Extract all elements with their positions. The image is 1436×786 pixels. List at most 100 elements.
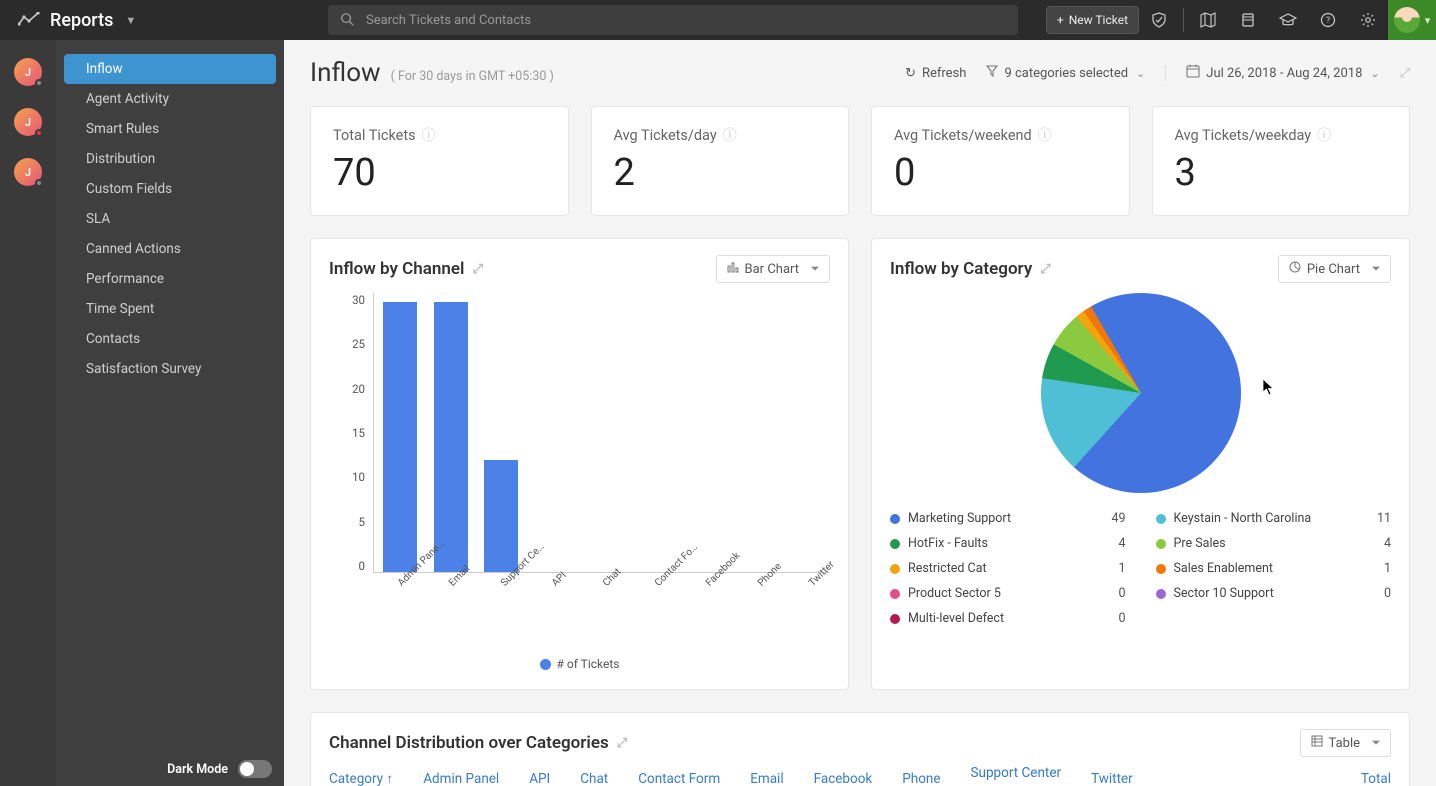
kpi-value: 3 [1175,151,1388,195]
date-range-label: Jul 26, 2018 - Aug 24, 2018 [1206,66,1362,81]
table-header-facebook[interactable]: Facebook [814,771,873,786]
bar-x-label: Facebook [704,581,735,612]
chart-type-label: Table [1329,736,1360,751]
legend-label: Keystain - North Carolina [1174,511,1312,526]
new-ticket-label: New Ticket [1069,13,1128,27]
legend-label: Sales Enablement [1174,561,1274,576]
sidebar-item-inflow[interactable]: Inflow [64,54,276,84]
chart-type-select[interactable]: Pie Chart [1278,255,1391,283]
table-header-chat[interactable]: Chat [580,771,608,786]
main-content: Inflow ( For 30 days in GMT +05:30 ) ↻ R… [284,40,1436,786]
kpi-card: Avg Tickets/weekend ⓘ0 [871,106,1130,216]
bar-legend: # of Tickets [329,657,830,671]
bar[interactable] [484,460,518,572]
expand-icon[interactable]: ⤢ [1400,66,1410,81]
book-icon[interactable] [1228,0,1268,40]
legend-value: 49 [1106,511,1126,526]
sidebar-item-agent-activity[interactable]: Agent Activity [64,84,276,114]
table-header-email[interactable]: Email [750,771,783,786]
sidebar-item-satisfaction-survey[interactable]: Satisfaction Survey [64,354,276,384]
legend-row: Marketing Support49 [890,511,1126,526]
bar[interactable] [383,302,417,572]
category-filter[interactable]: 9 categories selected ⌄ [986,65,1145,81]
legend-row: Sales Enablement1 [1156,561,1392,576]
bar-column [786,293,822,572]
gear-icon[interactable] [1348,0,1388,40]
legend-label: Restricted Cat [908,561,987,576]
sidebar-item-canned-actions[interactable]: Canned Actions [64,234,276,264]
sidebar-item-performance[interactable]: Performance [64,264,276,294]
legend-row: HotFix - Faults4 [890,536,1126,551]
chevron-down-icon: ▾ [1425,14,1431,27]
table-header-twitter[interactable]: Twitter [1091,771,1133,786]
table-header-admin-panel[interactable]: Admin Panel [423,771,499,786]
global-search[interactable] [328,5,1018,35]
table-header-category[interactable]: Category [329,771,393,786]
help-icon[interactable]: ⓘ [422,125,436,145]
sidebar-item-sla[interactable]: SLA [64,204,276,234]
sidebar-item-custom-fields[interactable]: Custom Fields [64,174,276,204]
legend-dot-icon [1156,539,1166,549]
presence-avatar[interactable]: J [14,108,42,136]
expand-icon[interactable]: ⤢ [1040,262,1050,277]
graduation-cap-icon[interactable] [1268,0,1308,40]
presence-avatar[interactable]: J [14,58,42,86]
sidebar-item-distribution[interactable]: Distribution [64,144,276,174]
chevron-down-icon[interactable]: ▼ [125,14,136,27]
help-icon[interactable]: ⓘ [723,125,737,145]
sidebar-item-time-spent[interactable]: Time Spent [64,294,276,324]
divider [1183,8,1184,32]
legend-value: 4 [1106,536,1126,551]
map-icon[interactable] [1188,0,1228,40]
chart-type-select[interactable]: Table [1300,729,1391,757]
table-header-support-center[interactable]: Support Center [971,765,1062,781]
expand-icon[interactable]: ⤢ [617,736,627,751]
kpi-label: Avg Tickets/weekday ⓘ [1175,125,1388,145]
y-tick: 20 [352,382,365,396]
bar-x-label: Email [447,581,478,612]
table-header-contact-form[interactable]: Contact Form [638,771,720,786]
help-icon[interactable]: ⓘ [1038,125,1052,145]
module-title[interactable]: Reports [50,10,113,31]
y-tick: 30 [352,293,365,307]
legend-label: Sector 10 Support [1174,586,1274,601]
new-ticket-button[interactable]: + New Ticket [1046,6,1139,34]
chevron-down-icon: ⌄ [1370,67,1379,80]
chart-type-select[interactable]: Bar Chart [716,255,830,283]
pie-chart [1041,293,1241,493]
y-tick: 5 [359,515,365,529]
kpi-value: 2 [614,151,827,195]
legend-dot-icon [1156,564,1166,574]
panel-title: Inflow by Channel [329,259,464,279]
legend-row: Multi-level Defect0 [890,611,1126,626]
dark-mode-label: Dark Mode [167,762,228,777]
help-icon[interactable]: ⓘ [1317,125,1331,145]
sidebar-item-smart-rules[interactable]: Smart Rules [64,114,276,144]
bar-column [584,293,620,572]
dark-mode-toggle[interactable] [238,760,272,778]
table-header-api[interactable]: API [529,771,550,786]
table-header-total[interactable]: Total [1361,771,1391,786]
bar[interactable] [434,302,468,572]
bar-x-label: Admin Pane… [396,581,427,612]
sidebar-item-contacts[interactable]: Contacts [64,324,276,354]
legend-row: Sector 10 Support0 [1156,586,1392,601]
user-avatar-menu[interactable]: ▾ [1388,0,1436,40]
table-header-phone[interactable]: Phone [902,771,940,786]
legend-row: Pre Sales4 [1156,536,1392,551]
help-icon[interactable]: ? [1308,0,1348,40]
search-input[interactable] [366,13,1006,28]
plus-icon: + [1057,13,1064,27]
date-range-picker[interactable]: Jul 26, 2018 - Aug 24, 2018 ⌄ [1186,64,1379,82]
legend-label: # of Tickets [557,657,620,671]
expand-icon[interactable]: ⤢ [472,262,482,277]
kpi-value: 0 [894,151,1107,195]
panel-title: Inflow by Category [890,259,1032,279]
kpi-card: Total Tickets ⓘ70 [310,106,569,216]
checkmark-shield-icon[interactable] [1139,0,1179,40]
status-dot-icon [35,129,43,137]
presence-avatar[interactable]: J [14,158,42,186]
refresh-icon: ↻ [905,66,916,81]
refresh-button[interactable]: ↻ Refresh [905,66,966,81]
bar-column [382,293,418,572]
